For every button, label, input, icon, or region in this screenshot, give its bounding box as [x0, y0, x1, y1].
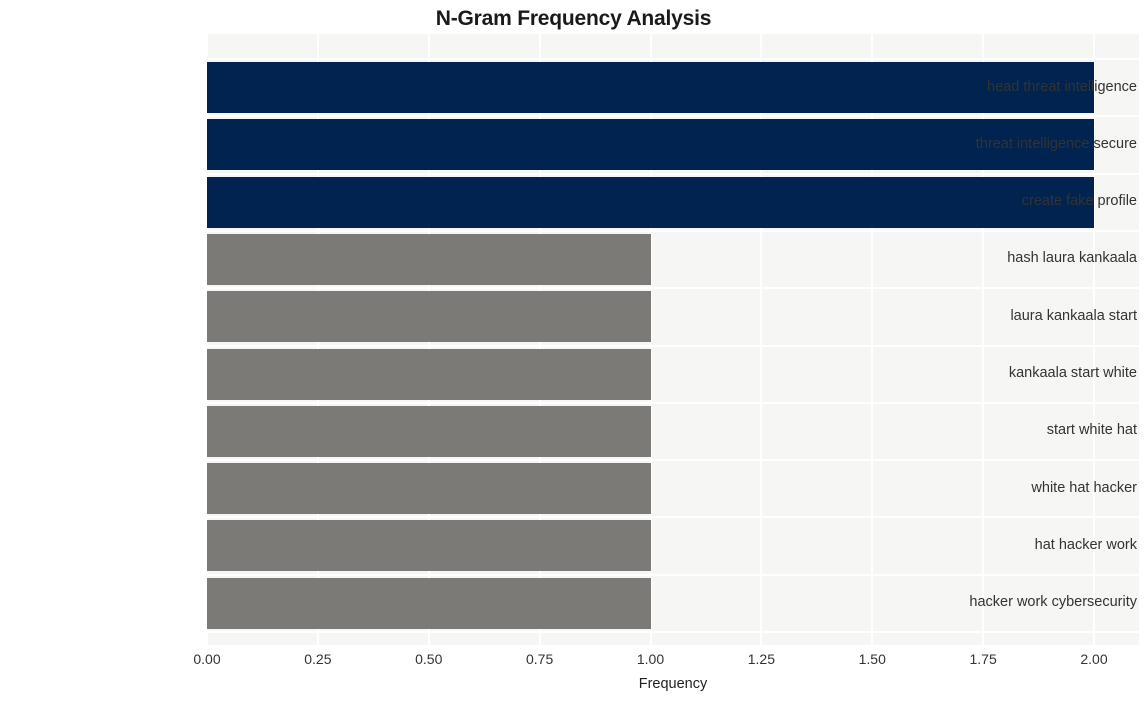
gridline-horizontal [207, 229, 1139, 232]
x-axis-tick-label: 1.75 [969, 651, 997, 667]
y-axis-tick-label: head threat intelligence [987, 78, 1137, 95]
x-axis-tick-label: 0.00 [193, 651, 221, 667]
x-axis-tick-label: 1.25 [747, 651, 775, 667]
y-axis-tick-label: laura kankaala start [1010, 307, 1137, 324]
x-axis-tick-label: 2.00 [1080, 651, 1108, 667]
y-axis-tick-label: create fake profile [1021, 193, 1137, 210]
x-axis-tick-label: 0.25 [304, 651, 332, 667]
y-axis-tick-label: threat intelligence secure [975, 135, 1137, 152]
bar [207, 348, 651, 400]
y-axis-tick-label: hat hacker work [1034, 536, 1137, 553]
bar [207, 405, 651, 457]
bar [207, 520, 651, 572]
y-axis-tick-label: start white hat [1046, 422, 1137, 439]
gridline-horizontal [207, 344, 1139, 347]
bar [207, 233, 651, 285]
x-axis-tick-label: 1.00 [636, 651, 665, 667]
gridline-horizontal [207, 401, 1139, 404]
bar [207, 463, 651, 515]
y-axis-tick-label: white hat hacker [1031, 479, 1137, 496]
x-axis-tick-label: 0.75 [526, 651, 554, 667]
gridline-horizontal [207, 631, 1139, 633]
y-axis-tick-label: hacker work cybersecurity [969, 594, 1137, 611]
gridline-horizontal [207, 287, 1139, 290]
gridline-horizontal [207, 516, 1139, 519]
gridline-horizontal [207, 58, 1139, 60]
x-axis-tick-label: 0.50 [415, 651, 443, 667]
y-axis-tick-label: kankaala start white [1008, 365, 1137, 381]
gridline-horizontal [207, 115, 1139, 118]
x-axis-tick-label: 1.50 [858, 651, 886, 667]
chart-title: N-Gram Frequency Analysis [435, 7, 712, 30]
gridline-horizontal [207, 172, 1139, 175]
gridline-horizontal [207, 459, 1139, 462]
bar [207, 291, 651, 343]
gridline-horizontal [207, 573, 1139, 576]
bar [207, 577, 651, 629]
y-axis-tick-label: hash laura kankaala [1007, 250, 1137, 267]
chart-figure: N-Gram Frequency Analysis head threat in… [0, 0, 1147, 701]
x-axis-label: Frequency [638, 676, 708, 692]
